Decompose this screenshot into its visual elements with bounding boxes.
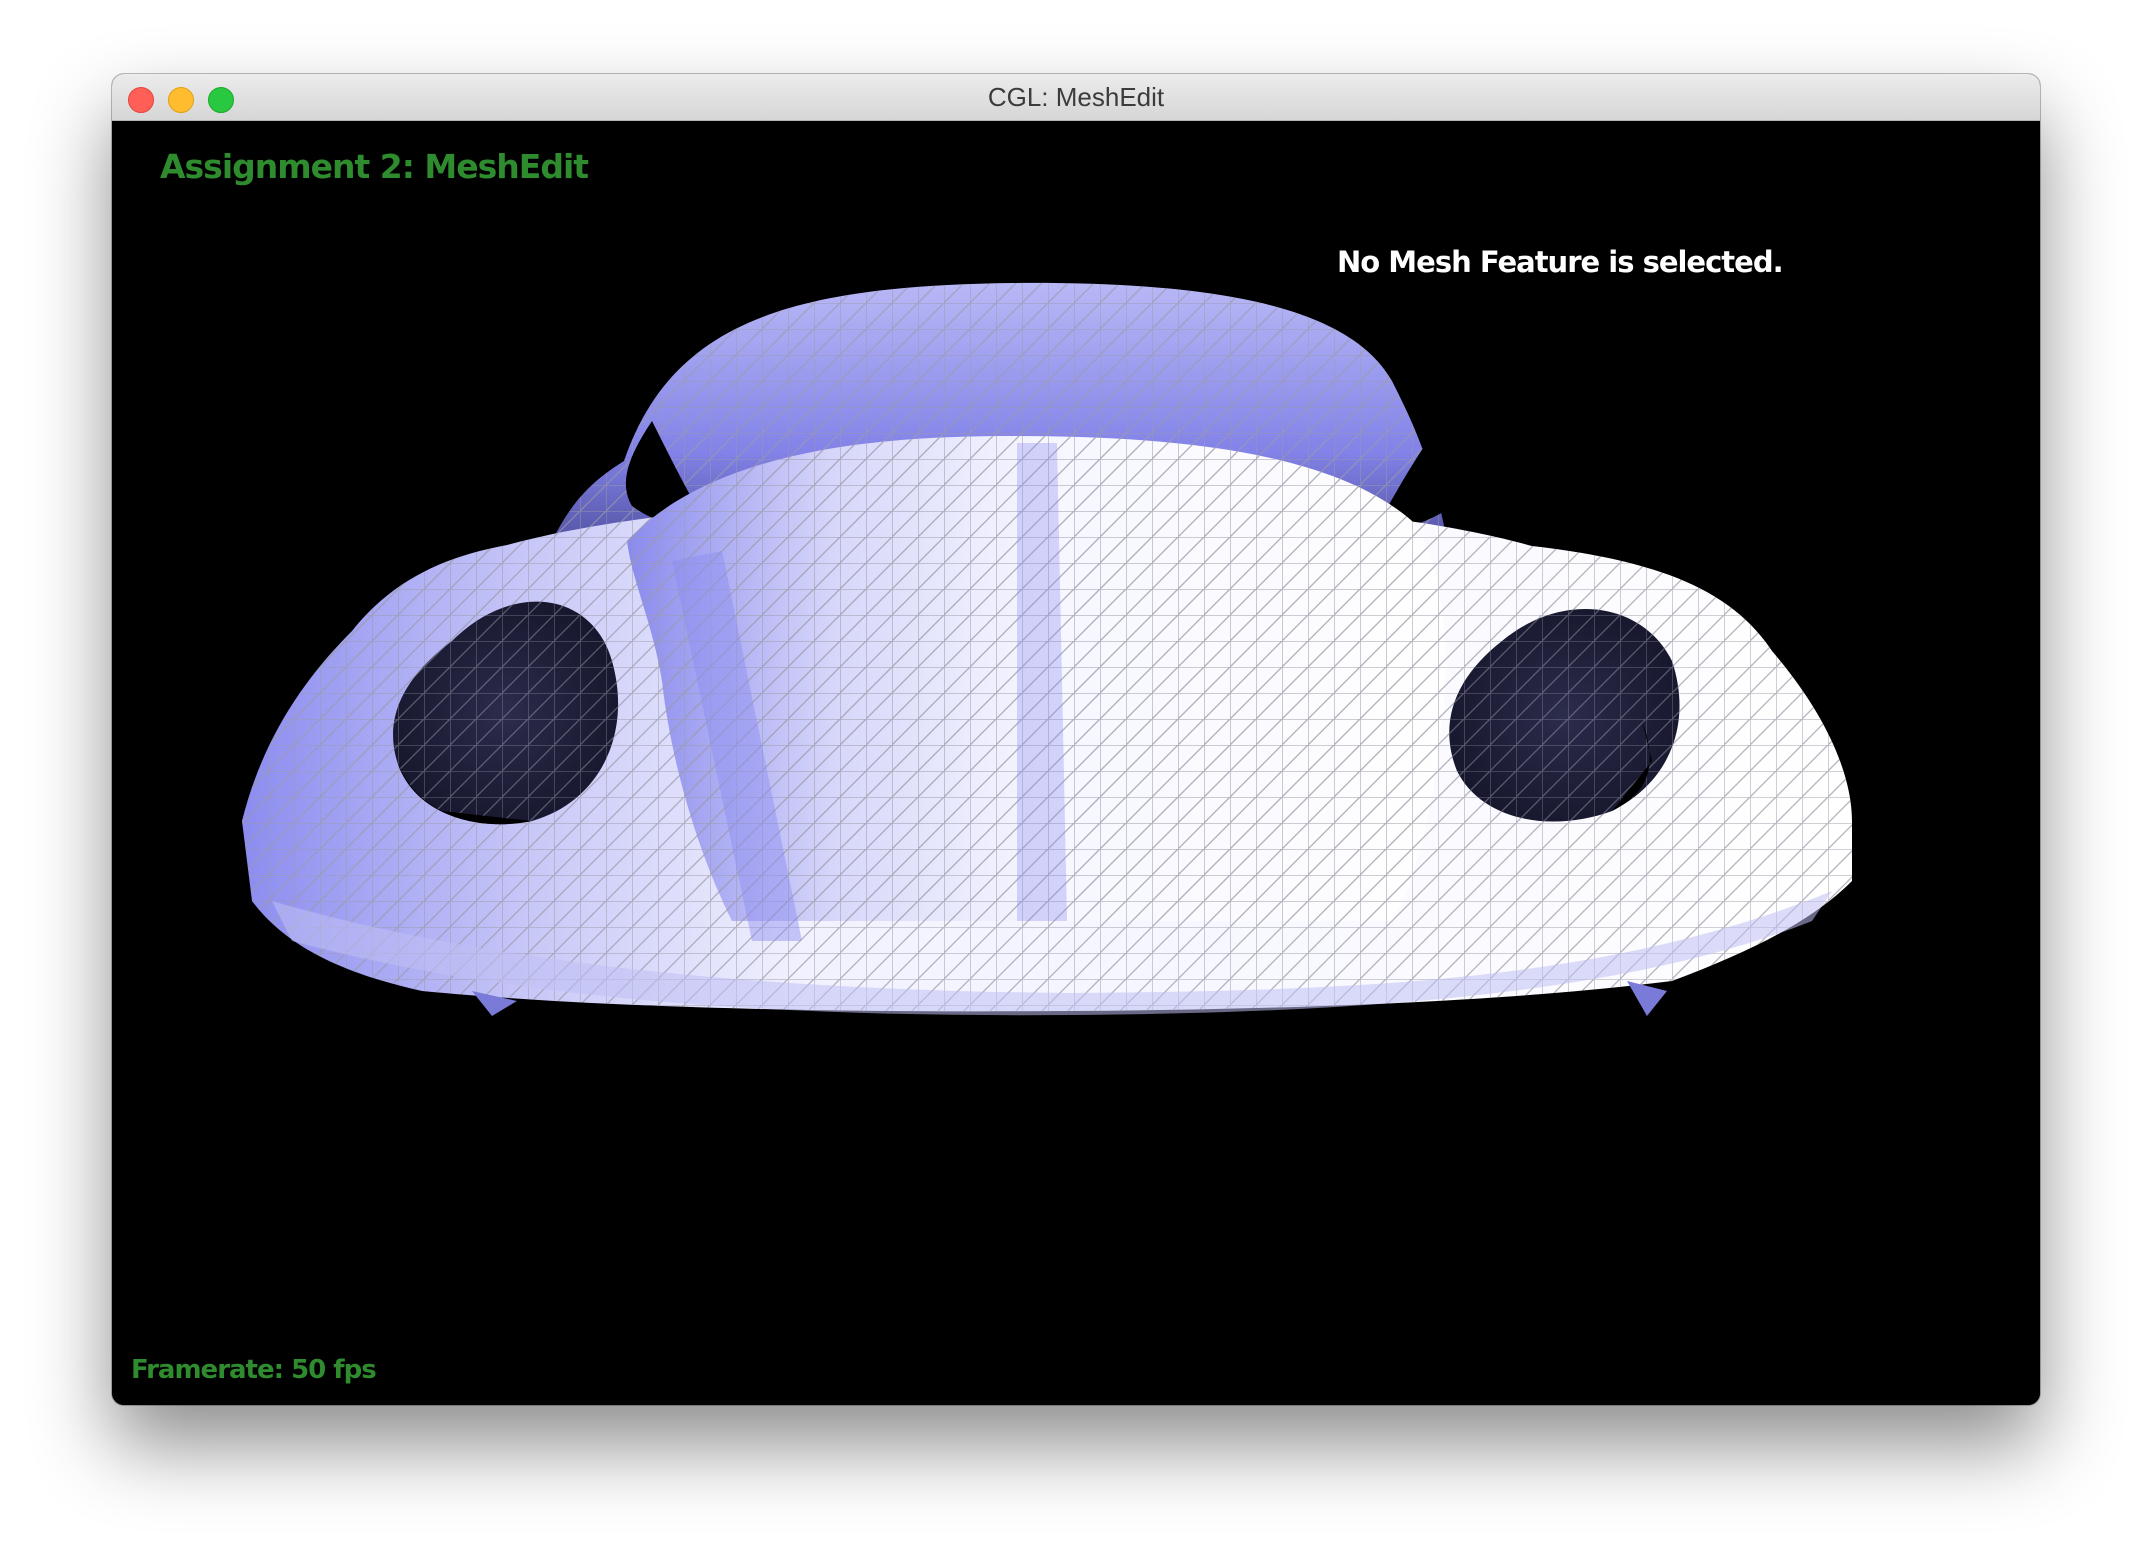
title-bar[interactable]: CGL: MeshEdit — [112, 74, 2040, 121]
window-title: CGL: MeshEdit — [987, 82, 1165, 112]
car-mesh-render[interactable] — [112, 121, 2040, 1405]
app-window: CGL: MeshEdit Assignment 2: MeshEdit No … — [112, 74, 2040, 1405]
render-viewport[interactable]: Assignment 2: MeshEdit No Mesh Feature i… — [112, 121, 2040, 1405]
framerate-label: Framerate: 50 fps — [131, 1355, 377, 1385]
app-title: Assignment 2: MeshEdit — [160, 147, 589, 186]
selection-status: No Mesh Feature is selected. — [1337, 245, 1784, 279]
